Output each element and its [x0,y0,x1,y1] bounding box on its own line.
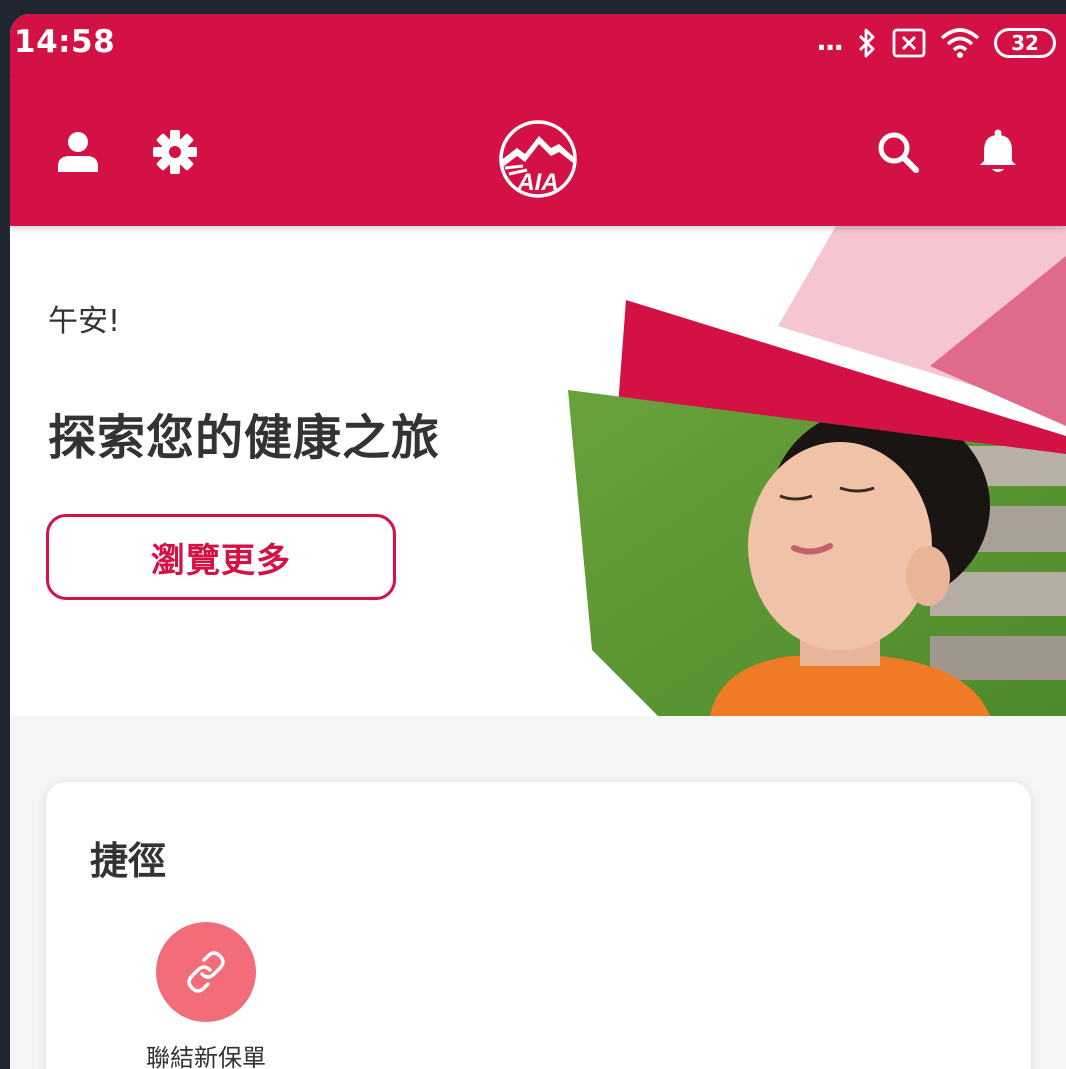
hero-title: 探索您的健康之旅 [48,410,441,466]
bluetooth-icon [859,28,875,58]
status-icons: ... 32 [816,26,1056,60]
link-icon [187,951,225,993]
search-icon [878,132,919,173]
shortcut-icon-circle [156,922,256,1022]
battery-level: 32 [1011,31,1039,55]
profile-button[interactable] [48,122,108,182]
user-icon [58,132,98,172]
hero-banner: 午安! 探索您的健康之旅 瀏覽更多 [10,226,1066,716]
shortcuts-title: 捷徑 [90,839,167,883]
shortcut-link-new-policy[interactable]: 聯結新保單 [126,922,286,1069]
greeting-text: 午安! [48,304,121,339]
bell-icon [980,129,1016,172]
phone-screen: 14:58 ... 32 AIA 午安! 探索您的健康之旅 瀏覽更多 捷徑 聯結… [10,14,1066,1069]
wifi-icon [940,28,980,58]
status-bar: 14:58 ... 32 [10,14,1066,78]
settings-button[interactable] [145,122,205,182]
browse-more-button[interactable]: 瀏覽更多 [46,514,396,600]
more-dots-icon: ... [816,24,844,57]
logo-text: AIA [516,169,558,196]
shortcut-label: 聯結新保單 [146,1044,266,1069]
battery-indicator: 32 [994,28,1056,58]
gear-icon [153,130,197,174]
search-button[interactable] [868,122,928,182]
status-time: 14:58 [14,24,116,60]
hero-illustration [568,226,1066,716]
aia-logo: AIA [499,120,577,198]
notifications-button[interactable] [968,122,1028,182]
shortcuts-card: 捷徑 聯結新保單 [46,782,1031,1069]
app-bar: AIA [10,78,1066,226]
sim-x-icon [892,28,926,58]
